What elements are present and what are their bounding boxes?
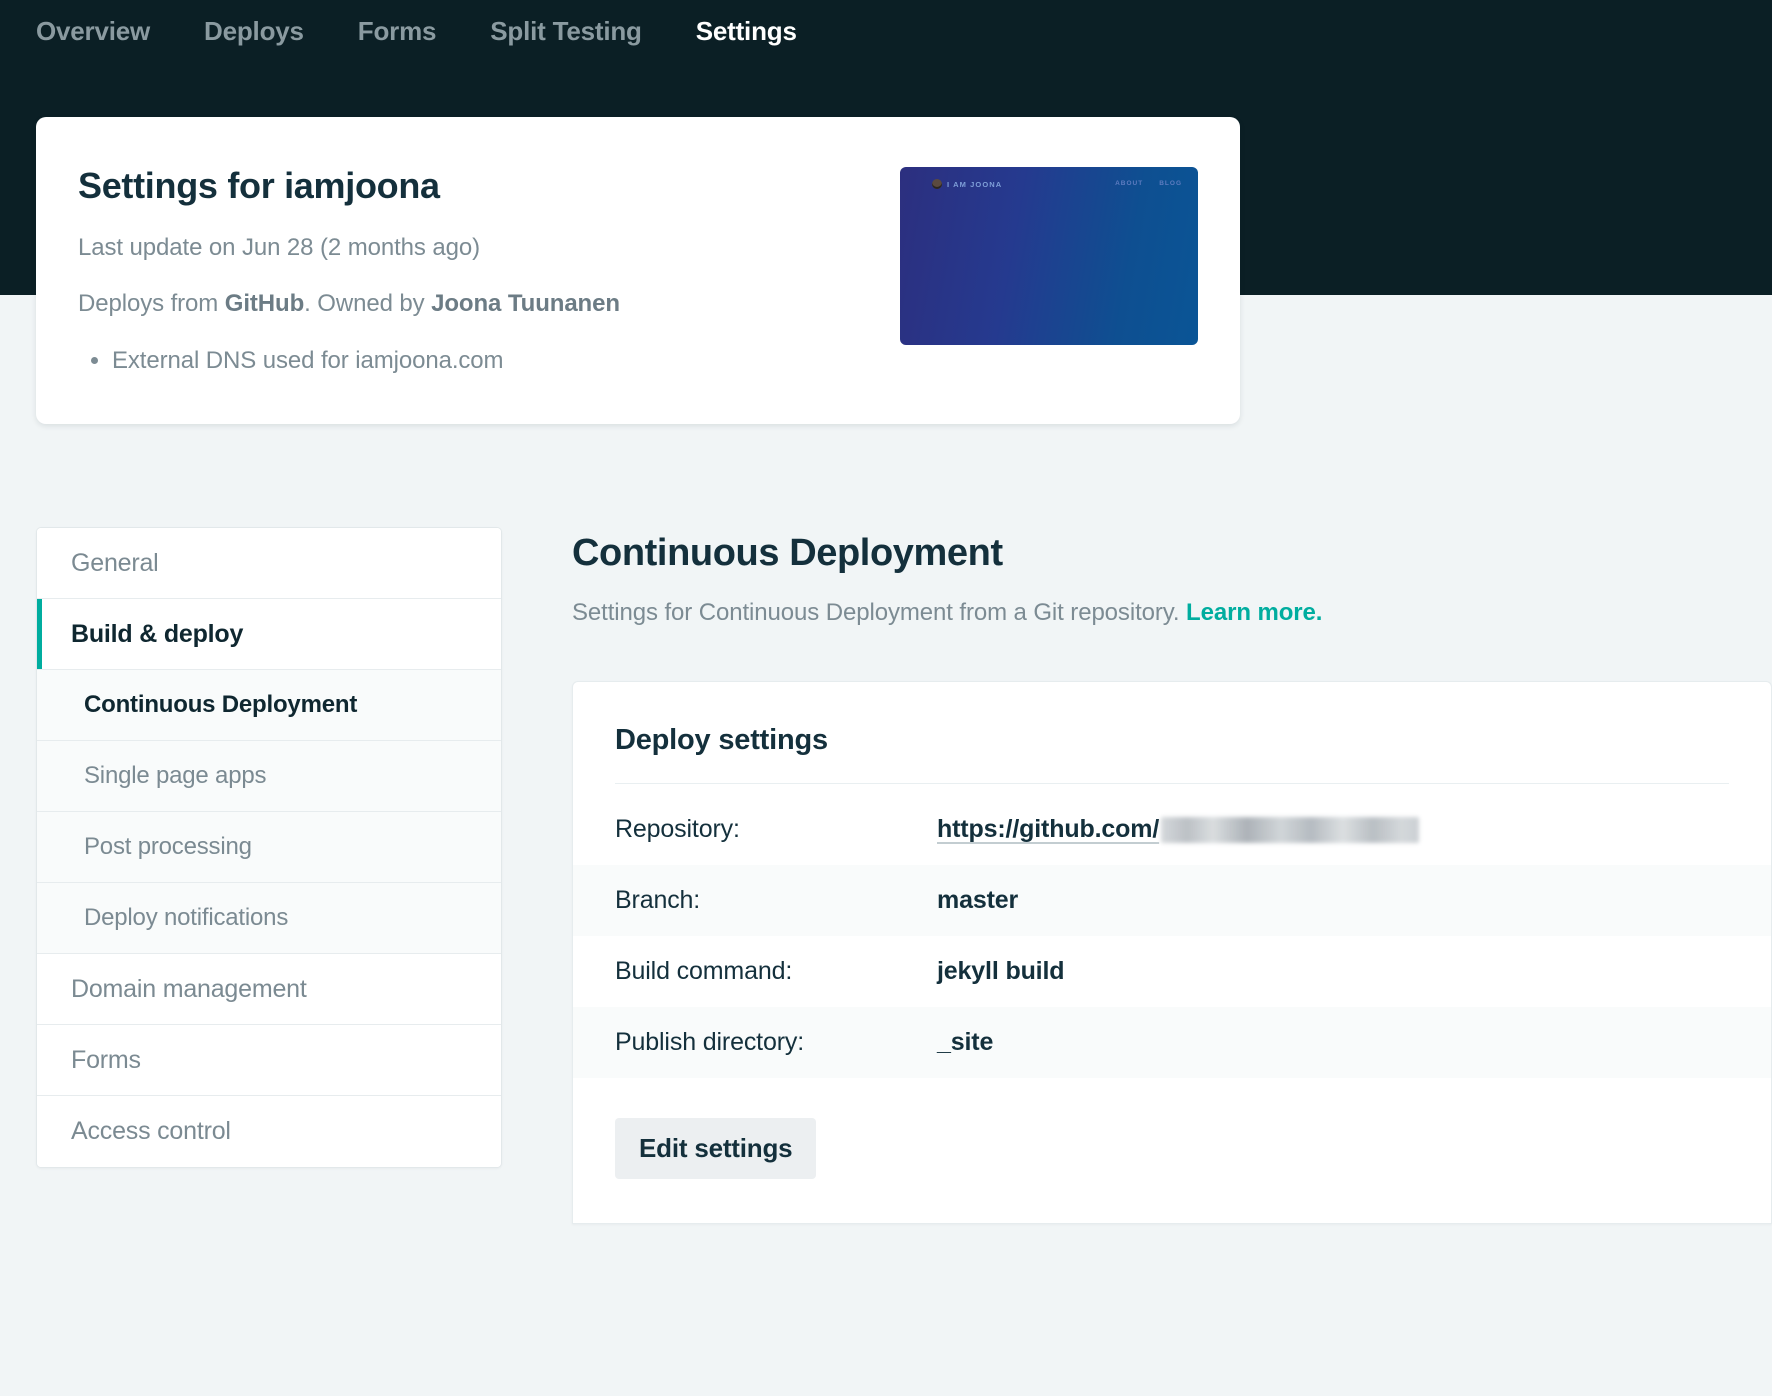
page-title: Settings for iamjoona [78, 165, 440, 206]
sidebar-item-continuous-deployment[interactable]: Continuous Deployment [37, 670, 501, 741]
deploy-settings-panel: Deploy settings Repository: https://gith… [572, 681, 1772, 1224]
sidebar-item-label: Domain management [71, 974, 307, 1003]
primary-nav: Overview Deploys Forms Split Testing Set… [36, 10, 797, 52]
sidebar-item-domain-management[interactable]: Domain management [37, 954, 501, 1025]
thumbnail-logo-label: I AM JOONA [947, 179, 1003, 189]
settings-sidebar: General Build & deploy Continuous Deploy… [36, 527, 502, 1168]
row-value-build-command: jekyll build [937, 957, 1065, 985]
nav-item-overview[interactable]: Overview [36, 10, 150, 52]
site-summary-card: Settings for iamjoona Last update on Jun… [36, 117, 1240, 424]
nav-item-split-testing[interactable]: Split Testing [490, 10, 642, 52]
redacted-repository-path [1161, 816, 1420, 843]
sidebar-item-build-and-deploy[interactable]: Build & deploy [37, 599, 501, 670]
sidebar-item-forms[interactable]: Forms [37, 1025, 501, 1096]
table-row: Publish directory: _site [573, 1007, 1771, 1078]
table-row: Build command: jekyll build [573, 936, 1771, 1007]
last-update-text: Last update on Jun 28 (2 months ago) [78, 234, 481, 261]
sidebar-item-label: Build & deploy [71, 619, 244, 648]
row-value-publish-directory: _site [937, 1028, 994, 1056]
sidebar-item-access-control[interactable]: Access control [37, 1096, 501, 1167]
thumbnail-nav-about: ABOUT [1115, 180, 1144, 187]
table-row: Repository: https://github.com/ [573, 794, 1771, 865]
thumbnail-nav-blog: BLOG [1159, 180, 1182, 187]
sidebar-item-label: Deploy notifications [84, 904, 289, 931]
sidebar-item-label: Forms [71, 1045, 141, 1074]
sidebar-item-single-page-apps[interactable]: Single page apps [37, 741, 501, 812]
row-label-build-command: Build command: [615, 957, 793, 985]
edit-settings-button[interactable]: Edit settings [615, 1118, 817, 1179]
section-description: Settings for Continuous Deployment from … [572, 599, 1740, 627]
deploy-settings-table: Repository: https://github.com/ Branch: … [573, 784, 1771, 1078]
row-label-publish-directory: Publish directory: [615, 1028, 805, 1056]
site-preview-thumbnail[interactable]: I AM JOONA ABOUT BLOG [900, 167, 1198, 345]
list-item: External DNS used for iamjoona.com [112, 345, 504, 377]
thumbnail-nav: ABOUT BLOG [1115, 180, 1182, 187]
sidebar-item-deploy-notifications[interactable]: Deploy notifications [37, 883, 501, 954]
sidebar-item-label: Post processing [84, 833, 252, 860]
row-value-branch: master [937, 886, 1019, 914]
sidebar-item-label: Continuous Deployment [84, 691, 358, 718]
main-content: Continuous Deployment Settings for Conti… [572, 527, 1772, 1224]
deploys-from-label: Deploys from [78, 290, 225, 317]
sidebar-item-label: Single page apps [84, 762, 267, 789]
sidebar-item-general[interactable]: General [37, 528, 501, 599]
panel-header: Deploy settings [573, 682, 1771, 757]
thumbnail-logo: I AM JOONA [932, 179, 1002, 189]
owner-name: Joona Tuunanen [431, 290, 620, 317]
panel-actions: Edit settings [573, 1078, 1771, 1223]
table-row: Branch: master [573, 865, 1771, 936]
deploy-source-name: GitHub [224, 290, 305, 317]
sidebar-item-post-processing[interactable]: Post processing [37, 812, 501, 883]
avatar-icon [932, 179, 942, 189]
nav-item-forms[interactable]: Forms [358, 10, 437, 52]
section-description-text: Settings for Continuous Deployment from … [572, 599, 1187, 626]
row-label-repository: Repository: [615, 815, 740, 843]
sidebar-item-label: General [71, 548, 159, 577]
learn-more-link[interactable]: Learn more. [1186, 599, 1322, 626]
row-value-repository[interactable]: https://github.com/ [937, 815, 1420, 844]
nav-item-deploys[interactable]: Deploys [204, 10, 304, 52]
sidebar-item-label: Access control [71, 1117, 231, 1145]
site-notes-list: External DNS used for iamjoona.com [78, 345, 504, 377]
owned-by-label: . Owned by [304, 290, 432, 317]
deploy-source-text: Deploys from GitHub. Owned by Joona Tuun… [78, 290, 620, 318]
nav-item-settings[interactable]: Settings [696, 10, 797, 52]
section-heading: Continuous Deployment [572, 532, 1003, 574]
row-label-branch: Branch: [615, 886, 701, 914]
repository-url-text: https://github.com/ [937, 815, 1160, 843]
panel-title: Deploy settings [615, 724, 828, 756]
